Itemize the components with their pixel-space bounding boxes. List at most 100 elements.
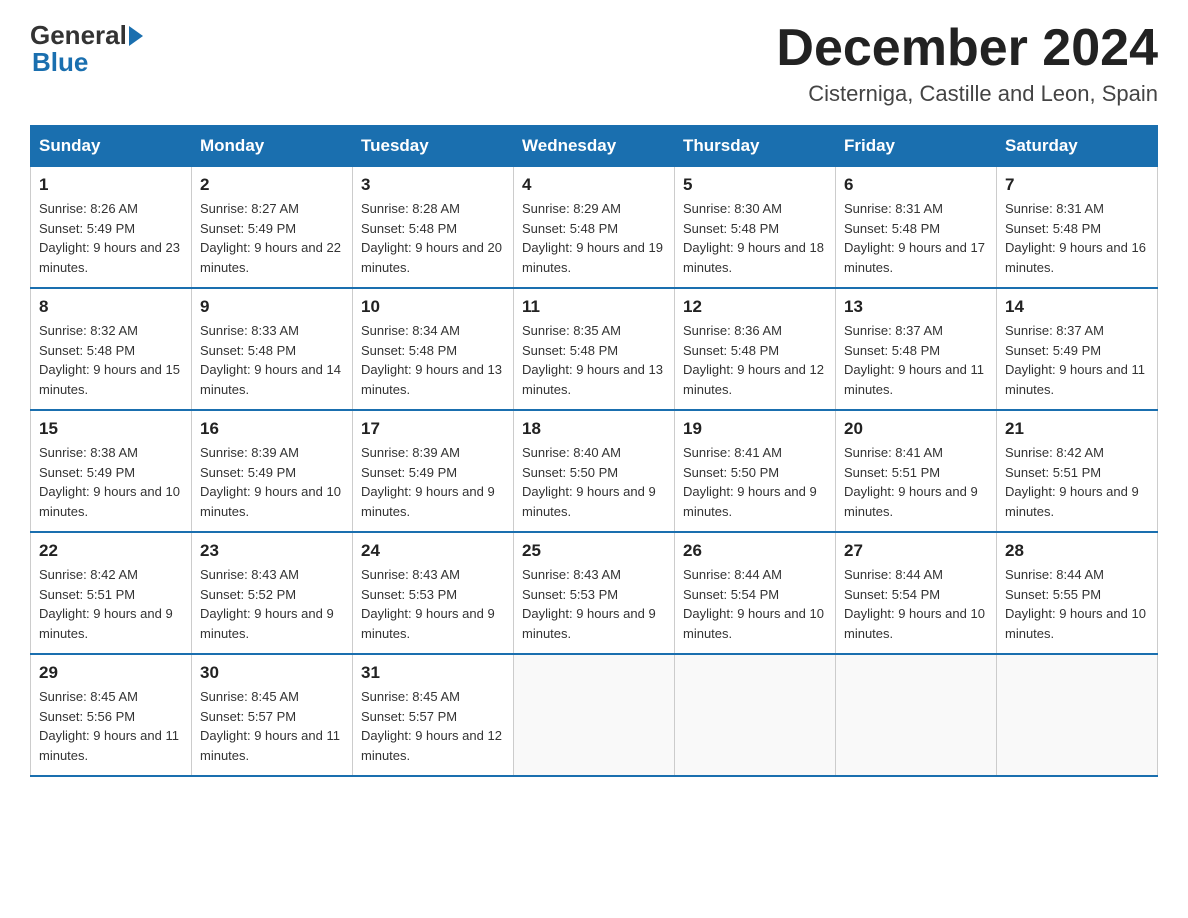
day-number: 7 bbox=[1005, 175, 1149, 195]
calendar-cell: 20Sunrise: 8:41 AMSunset: 5:51 PMDayligh… bbox=[836, 410, 997, 532]
day-number: 17 bbox=[361, 419, 505, 439]
day-info: Sunrise: 8:39 AMSunset: 5:49 PMDaylight:… bbox=[361, 443, 505, 521]
location-title: Cisterniga, Castille and Leon, Spain bbox=[776, 81, 1158, 107]
day-number: 1 bbox=[39, 175, 183, 195]
calendar-cell: 18 Sunrise: 8:40 AMSunset: 5:50 PMDayligh… bbox=[514, 410, 675, 532]
calendar-cell: 9 Sunrise: 8:33 AMSunset: 5:48 PMDaylight… bbox=[192, 288, 353, 410]
day-info: Sunrise: 8:42 AMSunset: 5:51 PMDaylight:… bbox=[1005, 443, 1149, 521]
day-info: Sunrise: 8:37 AMSunset: 5:48 PMDaylight:… bbox=[844, 321, 988, 399]
month-title: December 2024 bbox=[776, 20, 1158, 77]
week-row-5: 29Sunrise: 8:45 AMSunset: 5:56 PMDayligh… bbox=[31, 654, 1158, 776]
day-info: Sunrise: 8:32 AMSunset: 5:48 PMDaylight:… bbox=[39, 321, 183, 399]
day-info: Sunrise: 8:28 AMSunset: 5:48 PMDaylight:… bbox=[361, 199, 505, 277]
calendar-cell: 8 Sunrise: 8:32 AMSunset: 5:48 PMDaylight… bbox=[31, 288, 192, 410]
day-info: Sunrise: 8:40 AMSunset: 5:50 PMDaylight:… bbox=[522, 443, 666, 521]
calendar-body: 1Sunrise: 8:26 AMSunset: 5:49 PMDaylight… bbox=[31, 167, 1158, 777]
week-row-4: 22 Sunrise: 8:42 AMSunset: 5:51 PMDayligh… bbox=[31, 532, 1158, 654]
calendar-cell: 6 Sunrise: 8:31 AMSunset: 5:48 PMDaylight… bbox=[836, 167, 997, 289]
day-number: 12 bbox=[683, 297, 827, 317]
day-number: 25 bbox=[522, 541, 666, 561]
logo-triangle-icon bbox=[129, 26, 143, 46]
day-number: 30 bbox=[200, 663, 344, 683]
calendar-cell: 17 Sunrise: 8:39 AMSunset: 5:49 PMDayligh… bbox=[353, 410, 514, 532]
calendar-cell: 28 Sunrise: 8:44 AMSunset: 5:55 PMDayligh… bbox=[997, 532, 1158, 654]
day-number: 22 bbox=[39, 541, 183, 561]
day-info: Sunrise: 8:33 AMSunset: 5:48 PMDaylight:… bbox=[200, 321, 344, 399]
day-info: Sunrise: 8:27 AMSunset: 5:49 PMDaylight:… bbox=[200, 199, 344, 277]
day-info: Sunrise: 8:34 AMSunset: 5:48 PMDaylight:… bbox=[361, 321, 505, 399]
calendar-cell: 22 Sunrise: 8:42 AMSunset: 5:51 PMDayligh… bbox=[31, 532, 192, 654]
calendar-cell: 29Sunrise: 8:45 AMSunset: 5:56 PMDayligh… bbox=[31, 654, 192, 776]
header-saturday: Saturday bbox=[997, 126, 1158, 167]
day-info: Sunrise: 8:45 AMSunset: 5:57 PMDaylight:… bbox=[200, 687, 344, 765]
day-number: 18 bbox=[522, 419, 666, 439]
header-monday: Monday bbox=[192, 126, 353, 167]
day-number: 5 bbox=[683, 175, 827, 195]
calendar-cell: 24 Sunrise: 8:43 AMSunset: 5:53 PMDayligh… bbox=[353, 532, 514, 654]
day-number: 9 bbox=[200, 297, 344, 317]
calendar-cell: 30 Sunrise: 8:45 AMSunset: 5:57 PMDayligh… bbox=[192, 654, 353, 776]
day-info: Sunrise: 8:31 AMSunset: 5:48 PMDaylight:… bbox=[844, 199, 988, 277]
week-row-3: 15 Sunrise: 8:38 AMSunset: 5:49 PMDayligh… bbox=[31, 410, 1158, 532]
calendar-table: SundayMondayTuesdayWednesdayThursdayFrid… bbox=[30, 125, 1158, 777]
day-number: 6 bbox=[844, 175, 988, 195]
day-number: 11 bbox=[522, 297, 666, 317]
calendar-cell: 3 Sunrise: 8:28 AMSunset: 5:48 PMDaylight… bbox=[353, 167, 514, 289]
day-info: Sunrise: 8:45 AMSunset: 5:57 PMDaylight:… bbox=[361, 687, 505, 765]
calendar-cell: 15 Sunrise: 8:38 AMSunset: 5:49 PMDayligh… bbox=[31, 410, 192, 532]
day-number: 2 bbox=[200, 175, 344, 195]
day-number: 19 bbox=[683, 419, 827, 439]
week-row-2: 8 Sunrise: 8:32 AMSunset: 5:48 PMDaylight… bbox=[31, 288, 1158, 410]
calendar-cell: 2 Sunrise: 8:27 AMSunset: 5:49 PMDaylight… bbox=[192, 167, 353, 289]
header-wednesday: Wednesday bbox=[514, 126, 675, 167]
day-info: Sunrise: 8:43 AMSunset: 5:53 PMDaylight:… bbox=[361, 565, 505, 643]
calendar-cell bbox=[836, 654, 997, 776]
day-number: 28 bbox=[1005, 541, 1149, 561]
day-number: 20 bbox=[844, 419, 988, 439]
day-number: 15 bbox=[39, 419, 183, 439]
header-friday: Friday bbox=[836, 126, 997, 167]
day-info: Sunrise: 8:42 AMSunset: 5:51 PMDaylight:… bbox=[39, 565, 183, 643]
day-info: Sunrise: 8:41 AMSunset: 5:50 PMDaylight:… bbox=[683, 443, 827, 521]
calendar-cell: 16 Sunrise: 8:39 AMSunset: 5:49 PMDayligh… bbox=[192, 410, 353, 532]
day-number: 23 bbox=[200, 541, 344, 561]
day-number: 4 bbox=[522, 175, 666, 195]
day-info: Sunrise: 8:36 AMSunset: 5:48 PMDaylight:… bbox=[683, 321, 827, 399]
day-info: Sunrise: 8:38 AMSunset: 5:49 PMDaylight:… bbox=[39, 443, 183, 521]
calendar-cell bbox=[675, 654, 836, 776]
day-number: 24 bbox=[361, 541, 505, 561]
day-info: Sunrise: 8:29 AMSunset: 5:48 PMDaylight:… bbox=[522, 199, 666, 277]
calendar-cell: 14Sunrise: 8:37 AMSunset: 5:49 PMDayligh… bbox=[997, 288, 1158, 410]
day-number: 27 bbox=[844, 541, 988, 561]
day-number: 14 bbox=[1005, 297, 1149, 317]
day-info: Sunrise: 8:45 AMSunset: 5:56 PMDaylight:… bbox=[39, 687, 183, 765]
calendar-cell: 12 Sunrise: 8:36 AMSunset: 5:48 PMDayligh… bbox=[675, 288, 836, 410]
day-number: 3 bbox=[361, 175, 505, 195]
calendar-cell: 19 Sunrise: 8:41 AMSunset: 5:50 PMDayligh… bbox=[675, 410, 836, 532]
day-info: Sunrise: 8:44 AMSunset: 5:54 PMDaylight:… bbox=[844, 565, 988, 643]
calendar-cell: 7 Sunrise: 8:31 AMSunset: 5:48 PMDaylight… bbox=[997, 167, 1158, 289]
page-header: General Blue December 2024 Cisterniga, C… bbox=[30, 20, 1158, 107]
days-of-week-row: SundayMondayTuesdayWednesdayThursdayFrid… bbox=[31, 126, 1158, 167]
calendar-cell: 1Sunrise: 8:26 AMSunset: 5:49 PMDaylight… bbox=[31, 167, 192, 289]
logo: General Blue bbox=[30, 20, 145, 78]
calendar-cell: 31Sunrise: 8:45 AMSunset: 5:57 PMDayligh… bbox=[353, 654, 514, 776]
calendar-cell bbox=[514, 654, 675, 776]
calendar-cell bbox=[997, 654, 1158, 776]
calendar-cell: 25Sunrise: 8:43 AMSunset: 5:53 PMDayligh… bbox=[514, 532, 675, 654]
day-info: Sunrise: 8:31 AMSunset: 5:48 PMDaylight:… bbox=[1005, 199, 1149, 277]
calendar-cell: 4 Sunrise: 8:29 AMSunset: 5:48 PMDaylight… bbox=[514, 167, 675, 289]
calendar-cell: 23Sunrise: 8:43 AMSunset: 5:52 PMDayligh… bbox=[192, 532, 353, 654]
day-number: 10 bbox=[361, 297, 505, 317]
header-thursday: Thursday bbox=[675, 126, 836, 167]
day-number: 8 bbox=[39, 297, 183, 317]
title-block: December 2024 Cisterniga, Castille and L… bbox=[776, 20, 1158, 107]
day-number: 16 bbox=[200, 419, 344, 439]
logo-blue-text: Blue bbox=[32, 47, 88, 77]
day-number: 13 bbox=[844, 297, 988, 317]
day-number: 21 bbox=[1005, 419, 1149, 439]
calendar-cell: 5Sunrise: 8:30 AMSunset: 5:48 PMDaylight… bbox=[675, 167, 836, 289]
day-info: Sunrise: 8:39 AMSunset: 5:49 PMDaylight:… bbox=[200, 443, 344, 521]
calendar-cell: 13 Sunrise: 8:37 AMSunset: 5:48 PMDayligh… bbox=[836, 288, 997, 410]
day-info: Sunrise: 8:44 AMSunset: 5:55 PMDaylight:… bbox=[1005, 565, 1149, 643]
